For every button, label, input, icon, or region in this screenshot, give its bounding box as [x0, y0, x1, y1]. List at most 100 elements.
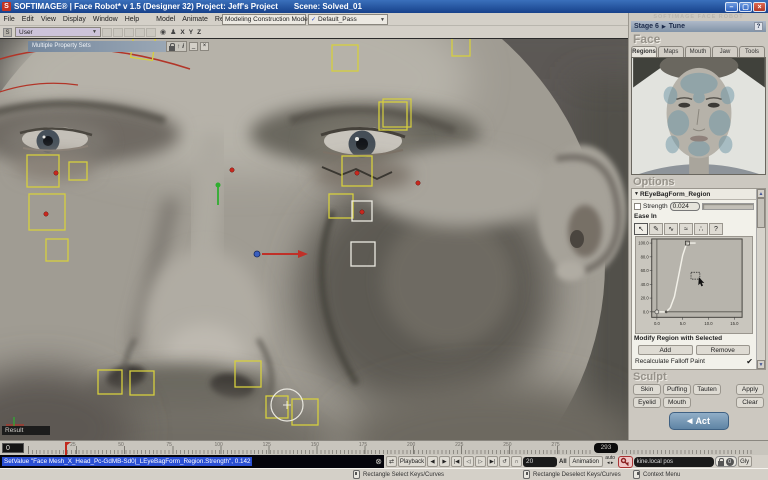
prev-key-button[interactable]: ◂ — [607, 460, 610, 466]
region-header[interactable]: ▼ REyeBagForm_Region — [632, 189, 756, 200]
step-back-button[interactable]: ◀ — [427, 456, 438, 467]
pin-icon[interactable]: ↑ — [177, 42, 180, 51]
manipulator-origin[interactable] — [253, 250, 261, 258]
menu-help[interactable]: Help — [121, 16, 142, 23]
timeline-ruler[interactable]: 25 50 75 100 125 150 175 200 225 250 275 — [28, 442, 592, 455]
toolbar-segment-button[interactable] — [102, 27, 112, 37]
minimize-button[interactable]: – — [725, 1, 738, 12]
menu-window[interactable]: Window — [89, 16, 121, 23]
menu-view[interactable]: View — [37, 16, 59, 23]
axis-x-button[interactable]: X — [180, 29, 184, 36]
add-key-icon[interactable]: ✎ — [649, 223, 663, 235]
first-frame-button[interactable]: |◀ — [451, 456, 462, 467]
key-point[interactable] — [354, 170, 360, 176]
close-button[interactable]: × — [753, 1, 766, 12]
menu-animate[interactable]: Animate — [179, 16, 212, 23]
lock-icon[interactable] — [717, 457, 724, 466]
menu-edit[interactable]: Edit — [18, 16, 37, 23]
start-frame-field[interactable]: 0 — [2, 443, 24, 453]
toolbar-segment-button[interactable] — [124, 27, 134, 37]
strength-checkbox[interactable] — [634, 202, 641, 210]
options-scrollbar[interactable]: ▲ ▼ — [756, 189, 765, 369]
curve-plot-area[interactable] — [651, 238, 743, 318]
sculpt-skin-button[interactable]: Skin — [633, 384, 661, 395]
construction-mode-dropdown[interactable]: Modeling Construction Mode ▼ — [222, 14, 313, 25]
strength-slider[interactable] — [701, 202, 754, 210]
sculpt-mouth-button[interactable]: Mouth — [663, 397, 691, 408]
play-backward-button[interactable]: ◁ — [463, 456, 474, 467]
toolbar-segment-button[interactable] — [146, 27, 156, 37]
recalculate-check-icon[interactable]: ✔ — [746, 357, 753, 367]
animation-menu-button[interactable]: Animation — [568, 456, 603, 467]
key-point[interactable] — [229, 167, 235, 173]
scroll-up-button[interactable]: ▲ — [757, 189, 765, 198]
menu-model[interactable]: Model — [153, 16, 179, 23]
loop-mode-button[interactable]: ⇄ — [386, 456, 397, 467]
select-keys-icon[interactable]: ↖ — [634, 223, 648, 235]
help-button[interactable]: ? — [754, 22, 763, 31]
y-tick-label: 100.0 — [638, 241, 649, 246]
toolbar-segment-button[interactable] — [135, 27, 145, 37]
play-forward-button[interactable]: ▷ — [475, 456, 486, 467]
key-point[interactable] — [415, 180, 421, 186]
end-frame-field[interactable]: 293 — [594, 443, 618, 453]
loop-toggle-button[interactable]: ↺ — [499, 456, 510, 467]
info-icon[interactable]: i — [182, 42, 184, 51]
tab-mouth[interactable]: Mouth — [685, 46, 711, 57]
property-window-minimize-button[interactable]: _ — [189, 42, 199, 51]
snap-keys-icon[interactable]: ∴ — [694, 223, 708, 235]
remove-button[interactable]: Remove — [695, 345, 750, 355]
view-icon[interactable]: ◉ — [160, 28, 166, 36]
set-key-button[interactable] — [617, 455, 633, 468]
property-window-titlebar[interactable]: Multiple Property Sets ↑ i _ × — [28, 41, 210, 52]
key-point[interactable] — [53, 170, 59, 176]
next-key-button[interactable]: ▸ — [611, 460, 614, 466]
toolbar-segment-button[interactable] — [113, 27, 123, 37]
tab-tools[interactable]: Tools — [739, 46, 765, 57]
apply-button[interactable]: Apply — [736, 384, 764, 395]
curve-key[interactable] — [654, 309, 660, 315]
axis-y-button[interactable]: Y — [189, 29, 193, 36]
render-pass-dropdown[interactable]: ✓ Default_Pass ▼ — [308, 14, 388, 25]
manipulator-y-handle[interactable] — [215, 182, 221, 188]
key-point[interactable] — [359, 209, 365, 215]
smooth-curve-icon[interactable]: ≈ — [679, 223, 693, 235]
strength-value-field[interactable]: 0.024 — [669, 201, 700, 211]
tab-maps[interactable]: Maps — [658, 46, 684, 57]
clear-button[interactable]: Clear — [736, 397, 764, 408]
face-regions-image[interactable] — [631, 57, 766, 175]
gly-button[interactable]: Gly — [737, 456, 752, 467]
step-forward-button[interactable]: ▶ — [439, 456, 450, 467]
playback-menu-button[interactable]: Playback — [398, 456, 426, 467]
menu-display[interactable]: Display — [59, 16, 89, 23]
menu-file[interactable]: File — [0, 16, 18, 23]
viewport-3d[interactable]: Multiple Property Sets ↑ i _ × Result — [0, 38, 628, 440]
playhead[interactable] — [65, 442, 72, 455]
command-close-icon[interactable]: ⊗ — [375, 457, 382, 466]
scroll-down-button[interactable]: ▼ — [757, 360, 765, 369]
sculpt-eyelid-button[interactable]: Eyelid — [633, 397, 661, 408]
act-button[interactable]: ◀ Act — [668, 412, 729, 430]
tab-regions[interactable]: Regions — [631, 46, 657, 57]
profile-dropdown[interactable]: User ▼ — [15, 27, 101, 37]
scroll-thumb[interactable] — [757, 198, 765, 228]
audio-button[interactable]: ∩ — [511, 456, 522, 467]
marked-parameter-field[interactable]: kine.local pos — [633, 456, 714, 467]
tab-jaw[interactable]: Jaw — [712, 46, 738, 57]
maximize-button[interactable]: ▢ — [739, 1, 752, 12]
person-icon[interactable]: ♟ — [170, 28, 176, 36]
property-window-close-button[interactable]: × — [200, 42, 210, 51]
key-counter[interactable]: 0 — [725, 457, 734, 466]
sculpt-tauten-button[interactable]: Tauten — [693, 384, 721, 395]
draw-curve-icon[interactable]: ∿ — [664, 223, 678, 235]
key-point[interactable] — [43, 211, 49, 217]
lock-icon[interactable] — [169, 42, 175, 51]
ease-curve-editor[interactable]: 100.0 80.0 60.0 40.0 20.0 0.0 0.0 5.0 10.0 15.0 — [635, 236, 753, 334]
curve-help-icon[interactable]: ? — [709, 223, 723, 235]
current-frame-field[interactable]: 20 — [523, 456, 557, 467]
last-frame-button[interactable]: ▶| — [487, 456, 498, 467]
curve-key[interactable] — [664, 310, 668, 314]
axis-z-button[interactable]: Z — [197, 29, 201, 36]
sculpt-puffing-button[interactable]: Puffing — [663, 384, 691, 395]
add-button[interactable]: Add — [638, 345, 693, 355]
